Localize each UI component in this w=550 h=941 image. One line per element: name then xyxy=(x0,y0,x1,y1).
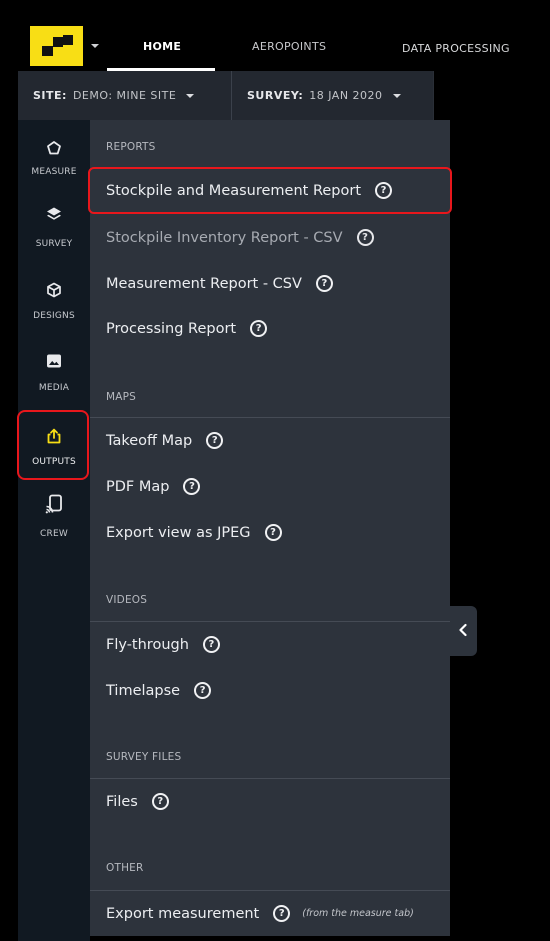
logo-block xyxy=(53,37,63,47)
layers-icon xyxy=(47,207,61,220)
item-label: Export view as JPEG xyxy=(106,524,251,541)
item-label: Export measurement xyxy=(106,905,260,922)
item-label: Timelapse xyxy=(106,682,181,699)
section-title-survey-files: SURVEY FILES xyxy=(106,751,182,763)
logo-block xyxy=(42,46,53,56)
item-label: Processing Report xyxy=(106,320,237,337)
section-title-other: OTHER xyxy=(106,862,144,874)
site-value: DEMO: MINE SITE xyxy=(72,89,177,102)
chevron-down-icon[interactable] xyxy=(88,41,102,51)
section-divider xyxy=(90,890,450,891)
help-icon[interactable]: ? xyxy=(315,275,333,292)
top-navigation: HOME AEROPOINTS DATA PROCESSING xyxy=(0,0,550,71)
logo-block xyxy=(63,35,73,45)
cube-icon xyxy=(47,282,61,298)
rail-label-survey: SURVEY xyxy=(35,239,73,249)
item-label: Measurement Report - CSV xyxy=(106,275,302,292)
chevron-left-icon xyxy=(459,623,467,637)
caret-down-icon xyxy=(186,93,195,98)
rail-label-crew: CREW xyxy=(40,529,68,539)
app-logo[interactable] xyxy=(30,26,83,66)
section-divider xyxy=(90,417,450,418)
help-icon[interactable]: ? xyxy=(356,229,374,246)
item-label: PDF Map xyxy=(106,478,170,495)
item-label: Stockpile Inventory Report - CSV xyxy=(106,229,343,246)
rail-label-measure: MEASURE xyxy=(31,167,77,177)
filter-bar: SITE: DEMO: MINE SITE SURVEY: 18 JAN 202… xyxy=(18,71,433,120)
item-note: (from the measure tab) xyxy=(302,908,414,919)
caret-down-icon xyxy=(392,93,401,98)
tab-aeropoints[interactable]: AEROPOINTS xyxy=(252,40,326,53)
divider xyxy=(231,71,232,120)
fly-through-item[interactable]: Fly-through ? xyxy=(106,636,220,653)
takeoff-map-item[interactable]: Takeoff Map ? xyxy=(106,432,224,449)
rail-item-designs[interactable]: DESIGNS xyxy=(18,278,90,342)
report-highlight-box xyxy=(88,167,452,214)
export-measurement-item[interactable]: Export measurement ? (from the measure t… xyxy=(106,905,414,922)
site-selector[interactable]: SITE: DEMO: MINE SITE xyxy=(33,71,195,120)
measurement-report-csv-item[interactable]: Measurement Report - CSV ? xyxy=(106,275,333,292)
help-icon[interactable]: ? xyxy=(206,432,224,449)
rail-label-designs: DESIGNS xyxy=(33,311,75,321)
section-divider xyxy=(90,621,450,622)
site-label: SITE: xyxy=(33,89,67,102)
help-icon[interactable]: ? xyxy=(183,478,201,495)
side-rail: MEASURE SURVEY DESIGNS MEDIA OUTPUTS CRE… xyxy=(18,120,90,941)
pentagon-icon xyxy=(47,141,61,155)
rail-label-media: MEDIA xyxy=(38,383,70,393)
help-icon[interactable]: ? xyxy=(202,636,220,653)
section-divider xyxy=(90,778,450,779)
rail-item-media[interactable]: MEDIA xyxy=(18,350,90,414)
files-item[interactable]: Files ? xyxy=(106,793,169,810)
rail-item-crew[interactable]: CREW xyxy=(18,494,90,558)
help-icon[interactable]: ? xyxy=(273,905,291,922)
item-label: Files xyxy=(106,793,138,810)
rail-item-survey[interactable]: SURVEY xyxy=(18,206,90,270)
section-title-reports: REPORTS xyxy=(106,141,156,153)
help-icon[interactable]: ? xyxy=(264,524,282,541)
divider xyxy=(433,71,434,120)
pdf-map-item[interactable]: PDF Map ? xyxy=(106,478,201,495)
help-icon[interactable]: ? xyxy=(194,682,212,699)
rail-item-measure[interactable]: MEASURE xyxy=(18,134,90,198)
outputs-highlight-box xyxy=(17,410,89,480)
export-view-jpeg-item[interactable]: Export view as JPEG ? xyxy=(106,524,282,541)
cast-device-icon xyxy=(45,494,62,514)
item-label: Fly-through xyxy=(106,636,189,653)
collapse-panel-button[interactable] xyxy=(450,606,477,656)
item-label: Takeoff Map xyxy=(106,432,193,449)
section-title-maps: MAPS xyxy=(106,391,137,403)
survey-label: SURVEY: xyxy=(247,89,304,102)
survey-selector[interactable]: SURVEY: 18 JAN 2020 xyxy=(247,71,401,120)
section-title-videos: VIDEOS xyxy=(106,594,148,606)
tab-data-processing[interactable]: DATA PROCESSING xyxy=(402,42,510,55)
image-icon xyxy=(47,354,61,368)
tab-home[interactable]: HOME xyxy=(143,40,181,53)
help-icon[interactable]: ? xyxy=(151,793,169,810)
outputs-panel: REPORTS Stockpile and Measurement Report… xyxy=(90,120,450,936)
stockpile-inventory-csv-item[interactable]: Stockpile Inventory Report - CSV ? xyxy=(106,229,374,246)
survey-value: 18 JAN 2020 xyxy=(309,89,383,102)
processing-report-item[interactable]: Processing Report ? xyxy=(106,320,268,337)
timelapse-item[interactable]: Timelapse ? xyxy=(106,682,212,699)
help-icon[interactable]: ? xyxy=(250,320,268,337)
